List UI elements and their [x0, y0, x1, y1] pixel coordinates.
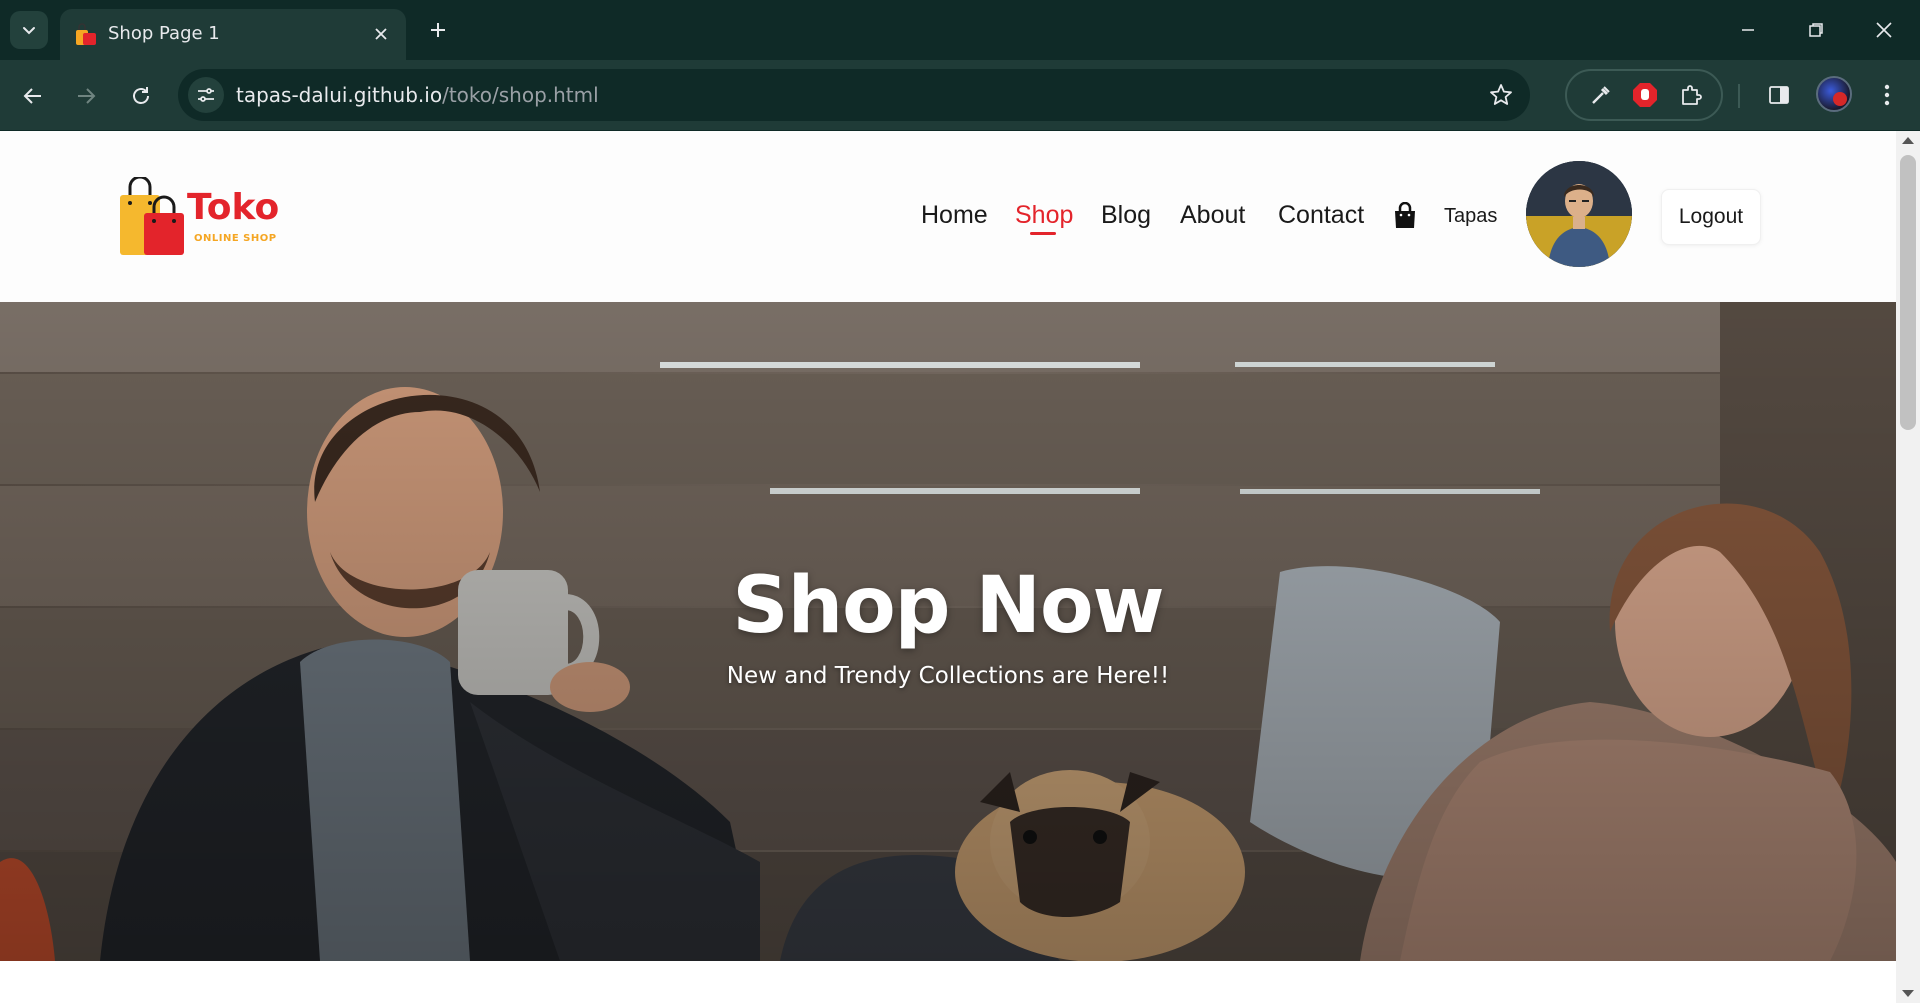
- hero-title: Shop Now: [732, 561, 1164, 651]
- url-text: tapas-dalui.github.io/toko/shop.html: [236, 83, 599, 107]
- site-logo[interactable]: Toko ONLINE SHOP: [118, 177, 280, 257]
- forward-button[interactable]: [66, 76, 106, 116]
- eyedropper-icon: [1592, 86, 1610, 104]
- tune-icon: [198, 88, 214, 102]
- logo-name: Toko: [187, 187, 280, 228]
- nav-blog[interactable]: Blog: [1101, 201, 1151, 230]
- hero-banner: Shop Now New and Trendy Collections are …: [0, 302, 1896, 961]
- address-bar[interactable]: tapas-dalui.github.io/toko/shop.html: [178, 69, 1530, 121]
- tab-search-button[interactable]: [10, 11, 48, 49]
- plus-icon: [431, 23, 445, 37]
- user-name[interactable]: Tapas: [1444, 205, 1497, 228]
- back-button[interactable]: [13, 76, 53, 116]
- nav-about[interactable]: About: [1180, 201, 1245, 230]
- logout-button[interactable]: Logout: [1661, 189, 1761, 245]
- star-icon: [1490, 84, 1512, 105]
- side-panel-button[interactable]: [1762, 78, 1796, 112]
- url-path: /toko/shop.html: [442, 83, 599, 107]
- bookmark-button[interactable]: [1488, 82, 1514, 108]
- close-window-button[interactable]: [1862, 10, 1906, 50]
- close-icon: [375, 28, 387, 40]
- nav-shop[interactable]: Shop: [1015, 201, 1073, 230]
- site-info-button[interactable]: [188, 77, 224, 113]
- restore-button[interactable]: [1794, 10, 1838, 50]
- url-host: tapas-dalui.github.io: [236, 83, 443, 107]
- close-icon: [1876, 22, 1892, 38]
- site-header: Toko ONLINE SHOP Home Shop Blog About Co…: [0, 131, 1896, 302]
- browser-menu-button[interactable]: [1870, 78, 1904, 112]
- logo-tagline: ONLINE SHOP: [194, 233, 277, 244]
- nav-contact[interactable]: Contact: [1278, 201, 1364, 230]
- profile-avatar-button[interactable]: [1816, 76, 1852, 112]
- chevron-down-icon: [23, 27, 35, 35]
- nav-active-indicator: [1030, 232, 1056, 235]
- new-tab-button[interactable]: [422, 14, 454, 46]
- arrow-right-icon: [78, 88, 96, 104]
- side-panel-icon: [1769, 86, 1789, 104]
- eyedropper-extension[interactable]: [1587, 81, 1615, 109]
- scroll-down-arrow-icon[interactable]: [1902, 990, 1914, 997]
- reload-button[interactable]: [121, 76, 161, 116]
- shopping-bag-favicon-icon: [76, 23, 96, 45]
- tab-close-button[interactable]: [370, 23, 392, 45]
- tab-title: Shop Page 1: [108, 23, 220, 44]
- user-photo: [1526, 161, 1632, 267]
- minimize-button[interactable]: [1726, 10, 1770, 50]
- browser-tab-active[interactable]: Shop Page 1: [60, 9, 406, 60]
- shopping-bags-logo-icon: [120, 177, 184, 255]
- more-vertical-icon: [1884, 84, 1890, 106]
- shopping-bag-icon[interactable]: [1393, 202, 1417, 230]
- scroll-up-arrow-icon[interactable]: [1902, 137, 1914, 144]
- restore-icon: [1809, 23, 1823, 37]
- extensions-menu-button[interactable]: [1677, 81, 1705, 109]
- arrow-left-icon: [23, 88, 41, 104]
- adblock-extension[interactable]: [1631, 81, 1659, 109]
- nav-home[interactable]: Home: [921, 201, 988, 230]
- browser-toolbar: tapas-dalui.github.io/toko/shop.html: [0, 60, 1920, 131]
- user-avatar[interactable]: [1526, 161, 1632, 267]
- extensions-group: [1565, 69, 1723, 121]
- puzzle-icon: [1682, 85, 1702, 105]
- scrollbar-thumb[interactable]: [1900, 155, 1916, 430]
- page-scrollbar[interactable]: [1896, 131, 1920, 1003]
- page-viewport: Toko ONLINE SHOP Home Shop Blog About Co…: [0, 131, 1896, 1003]
- hero-subtitle: New and Trendy Collections are Here!!: [726, 663, 1170, 689]
- stop-hand-icon: [1633, 83, 1657, 107]
- toolbar-divider: [1738, 84, 1740, 108]
- reload-icon: [133, 87, 149, 104]
- browser-tab-strip: Shop Page 1: [0, 0, 1920, 60]
- minimize-icon: [1742, 29, 1754, 31]
